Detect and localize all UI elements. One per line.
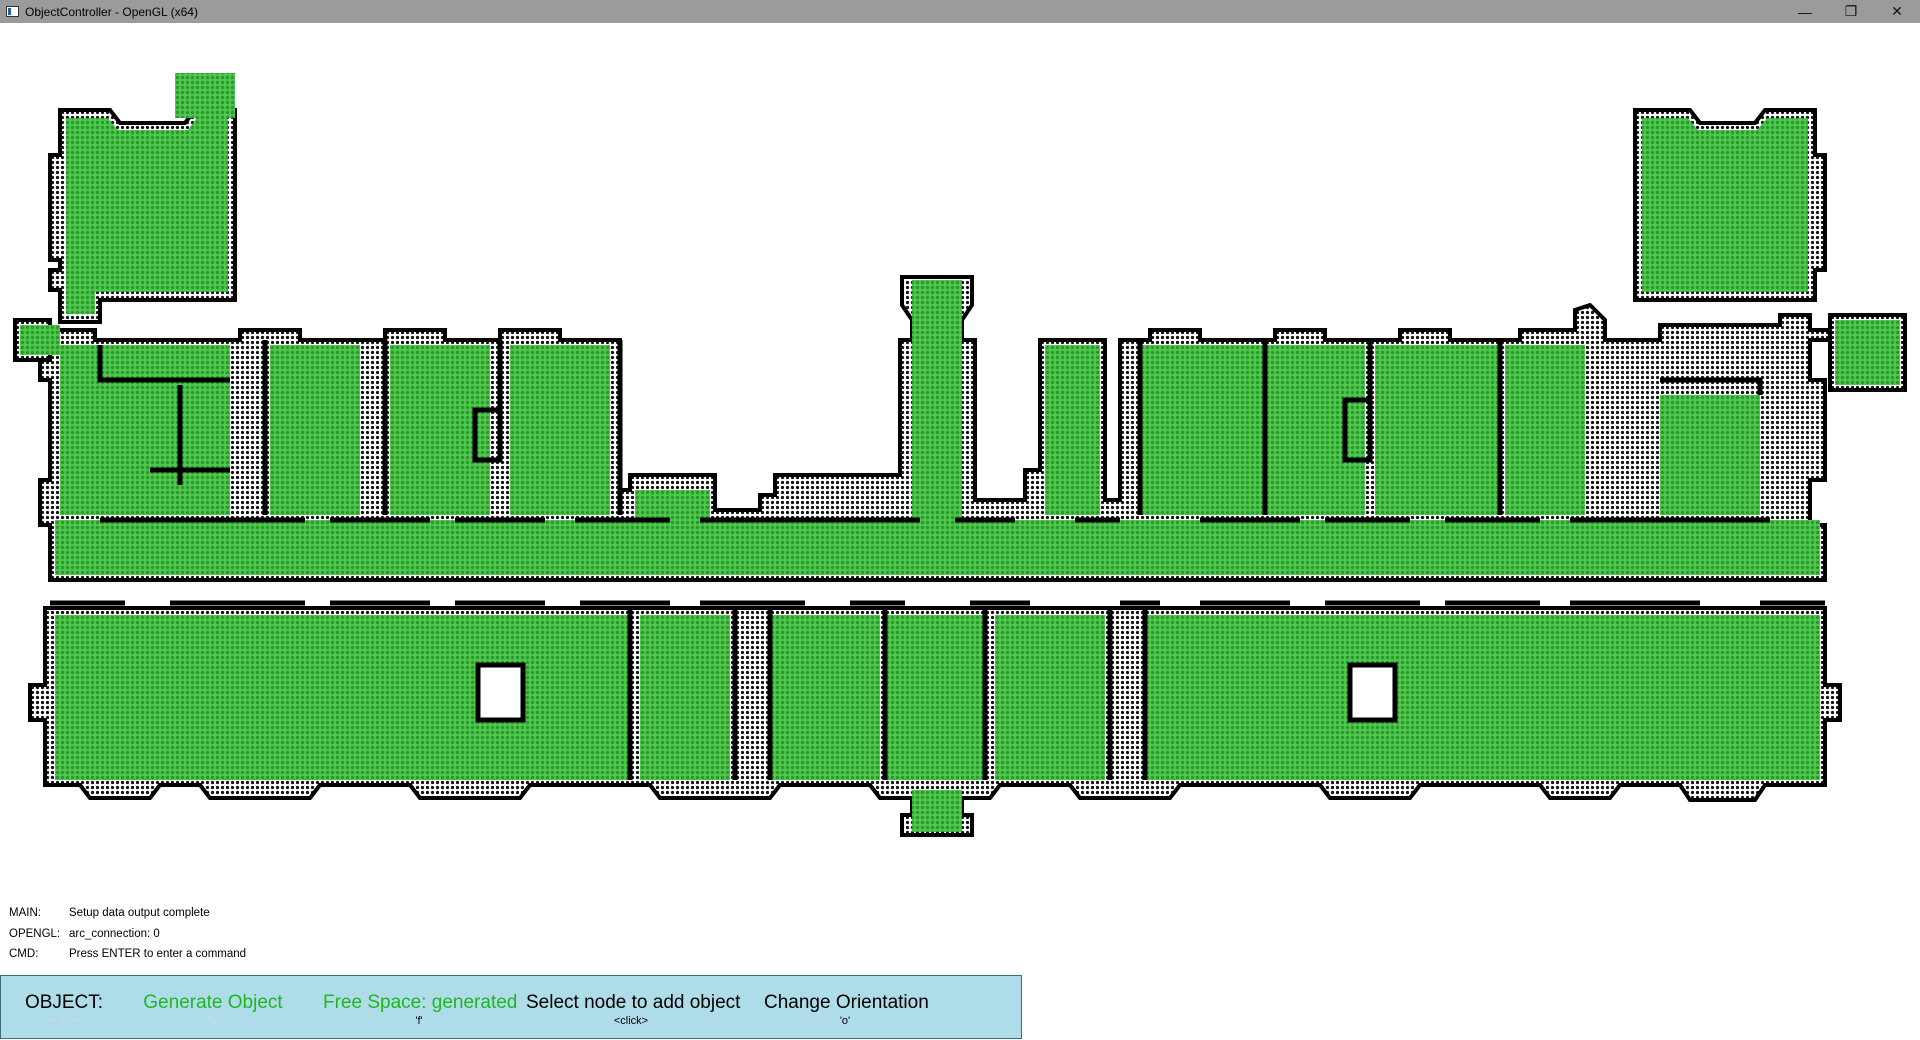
window-title: ObjectController - OpenGL (x64) — [25, 4, 198, 19]
command-hint: <click> — [613, 1015, 649, 1027]
mode-hint: <-'m'-> — [47, 1015, 81, 1027]
log-row: CMD: Press ENTER to enter a command — [9, 944, 246, 965]
log-row: OPENGL: arc_connection: 0 — [9, 924, 246, 945]
minimize-button[interactable]: — — [1782, 0, 1828, 23]
log-value: Press ENTER to enter a command — [69, 948, 247, 961]
command-label: Change Orientation — [764, 992, 929, 1013]
change-orientation-button[interactable]: Change Orientation 'o' — [764, 992, 929, 1027]
command-panel: OBJECT: <-'m'-> Generate Object 'o' Free… — [0, 975, 1022, 1039]
opengl-canvas[interactable] — [0, 23, 1920, 903]
free-space-button[interactable]: Free Space: generated 'f' — [323, 992, 518, 1027]
select-node-button[interactable]: Select node to add object <click> — [526, 992, 741, 1027]
close-button[interactable]: ✕ — [1874, 0, 1920, 23]
restore-button[interactable]: ❐ — [1828, 0, 1874, 23]
log-key: CMD: — [9, 948, 39, 961]
log-value: Setup data output complete — [69, 907, 210, 920]
mode-selector[interactable]: OBJECT: <-'m'-> — [23, 992, 105, 1027]
app-icon — [6, 6, 19, 17]
log-value: arc_connection: 0 — [69, 927, 160, 940]
log-row: MAIN: Setup data output complete — [9, 903, 246, 924]
mode-label: OBJECT: — [24, 992, 104, 1013]
command-hint: 'f' — [415, 1015, 423, 1027]
message-log: MAIN: Setup data output complete OPENGL:… — [9, 903, 246, 965]
floor-plan-map[interactable] — [0, 23, 1920, 903]
log-key: OPENGL: — [9, 927, 61, 940]
command-hint: 'o' — [207, 1015, 219, 1027]
log-key: MAIN: — [9, 907, 41, 920]
command-label: Generate Object — [143, 992, 283, 1013]
generate-object-button[interactable]: Generate Object 'o' — [143, 992, 283, 1027]
command-label: Select node to add object — [526, 992, 741, 1013]
title-bar: ObjectController - OpenGL (x64) — ❐ ✕ — [0, 0, 1920, 23]
command-hint: 'o' — [839, 1015, 851, 1027]
command-label: Free Space: generated — [323, 992, 518, 1013]
